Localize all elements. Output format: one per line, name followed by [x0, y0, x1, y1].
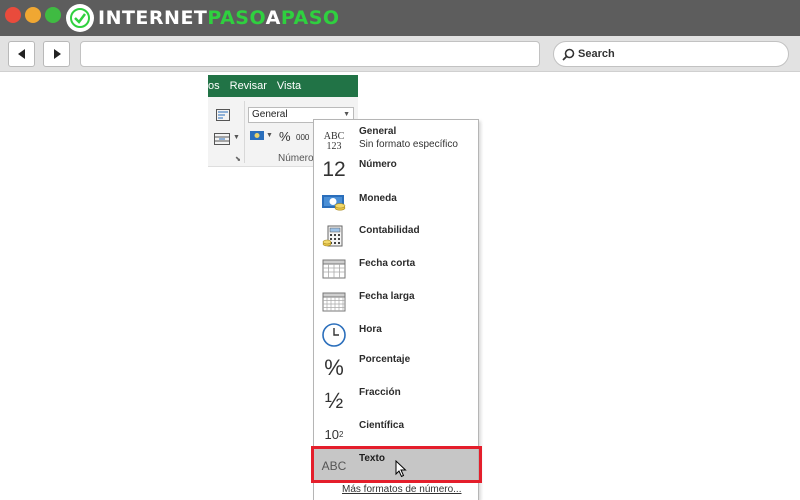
format-option-hora[interactable]: Hora	[314, 318, 478, 350]
format-option-fecha-corta[interactable]: Fecha corta	[314, 252, 478, 284]
format-option-numero[interactable]: 12 Número	[314, 153, 478, 185]
percent-icon: %	[324, 355, 344, 380]
dialog-launcher-icon[interactable]: ⬊	[235, 155, 241, 163]
format-option-label: Fecha larga	[359, 291, 415, 302]
short-date-icon	[320, 255, 348, 283]
currency-icon	[320, 189, 348, 217]
tab-vista[interactable]: Vista	[277, 80, 301, 92]
more-number-formats-link[interactable]: Más formatos de número...	[342, 484, 462, 495]
number-format-dropdown: ABC 123 General Sin formato específico 12…	[313, 119, 479, 500]
merge-cells-icon[interactable]	[214, 133, 230, 145]
ribbon-divider	[244, 101, 245, 163]
format-option-label: General	[359, 126, 397, 137]
tab-datos[interactable]: os	[208, 80, 220, 92]
accounting-format-icon[interactable]	[250, 130, 264, 142]
chevron-down-icon[interactable]: ▼	[233, 134, 240, 141]
format-option-cientifica[interactable]: 10 2 Científica	[314, 417, 478, 449]
browser-toolbar	[0, 36, 800, 72]
browser-titlebar: INTERNETPASOAPASO	[0, 0, 800, 36]
format-option-fraccion[interactable]: ½ Fracción	[314, 384, 478, 416]
format-option-label: Moneda	[359, 193, 397, 204]
format-option-moneda[interactable]: Moneda	[314, 186, 478, 218]
abc-123-icon: ABC 123	[323, 131, 345, 152]
format-option-contabilidad[interactable]: Contabilidad	[314, 219, 478, 251]
clock-icon	[320, 321, 348, 349]
percent-style-button[interactable]: %	[279, 129, 291, 144]
scientific-icon: 10 2	[324, 426, 344, 442]
search-input[interactable]	[578, 48, 778, 60]
comma-style-button[interactable]: 000	[296, 133, 309, 142]
logo-check-icon	[66, 4, 94, 32]
address-bar[interactable]	[80, 41, 540, 67]
text-abc-icon: ABC	[321, 459, 347, 473]
format-option-label: Porcentaje	[359, 354, 411, 365]
chevron-down-icon[interactable]: ▼	[266, 132, 273, 139]
close-window-button[interactable]	[5, 7, 21, 23]
arrow-left-icon	[17, 49, 25, 59]
format-option-label: Hora	[359, 324, 382, 335]
format-option-label: Contabilidad	[359, 225, 420, 236]
format-option-label: Texto	[359, 453, 385, 464]
format-option-label: Científica	[359, 420, 405, 431]
forward-button[interactable]	[43, 41, 70, 67]
ribbon-tab-bar: os Revisar Vista	[208, 75, 358, 97]
search-icon	[562, 48, 575, 61]
format-option-label: Fracción	[359, 387, 401, 398]
arrow-right-icon	[53, 49, 61, 59]
site-logo: INTERNETPASOAPASO	[66, 3, 340, 33]
format-option-sublabel: Sin formato específico	[359, 139, 458, 150]
number-12-icon: 12	[322, 158, 346, 181]
wrap-text-icon[interactable]	[216, 109, 230, 121]
search-box[interactable]	[553, 41, 789, 67]
format-option-porcentaje[interactable]: % Porcentaje	[314, 351, 478, 383]
back-button[interactable]	[8, 41, 35, 67]
long-date-icon	[320, 288, 348, 316]
maximize-window-button[interactable]	[45, 7, 61, 23]
tab-revisar[interactable]: Revisar	[230, 80, 267, 92]
fraction-icon: ½	[324, 388, 344, 413]
minimize-window-button[interactable]	[25, 7, 41, 23]
number-format-value: General	[252, 109, 288, 120]
format-option-label: Fecha corta	[359, 258, 416, 269]
format-option-fecha-larga[interactable]: Fecha larga	[314, 285, 478, 317]
format-option-label: Número	[359, 159, 397, 170]
mouse-cursor-icon	[395, 460, 407, 478]
accounting-icon	[320, 222, 348, 250]
logo-text: INTERNETPASOAPASO	[98, 7, 340, 29]
number-group-label: Número	[278, 153, 314, 164]
